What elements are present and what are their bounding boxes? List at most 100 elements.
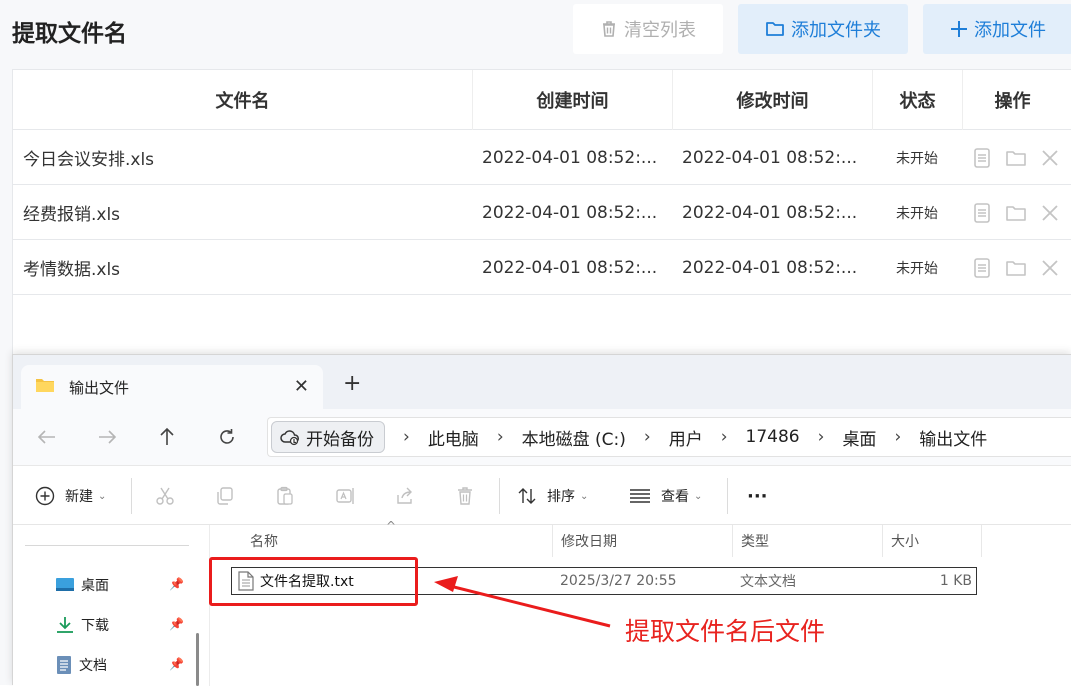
share-icon[interactable] [391, 482, 419, 510]
explorer-tab-bar: 输出文件 ✕ + [13, 355, 1071, 409]
chevron-right-icon: › [403, 427, 410, 447]
back-arrow-icon[interactable] [33, 423, 61, 451]
chevron-right-icon: › [894, 427, 902, 447]
row-created: 2022-04-01 08:52:... [482, 202, 658, 223]
address-bar[interactable]: 开始备份 › 此电脑 › 本地磁盘 (C:) › 用户 › 17486 › 桌面… [267, 417, 1071, 457]
explorer-tab[interactable]: 输出文件 ✕ [21, 365, 323, 409]
rename-icon[interactable] [331, 482, 359, 510]
remove-row-icon[interactable] [1038, 256, 1062, 280]
header-modified: 修改时间 [672, 70, 872, 130]
page-title: 提取文件名 [12, 21, 127, 47]
file-table: 文件名 创建时间 修改时间 状态 操作 今日会议安排.xls 2022-04-0… [12, 69, 1071, 369]
file-size: 1 KB [939, 573, 972, 589]
paste-icon[interactable] [271, 482, 299, 510]
folder-icon [765, 20, 785, 38]
header-created: 创建时间 [472, 70, 672, 130]
up-arrow-icon[interactable] [153, 423, 181, 451]
row-filename: 考情数据.xls [23, 260, 121, 280]
sidebar-item-desktop[interactable]: 桌面 [55, 573, 109, 597]
column-modified[interactable]: 修改日期 [552, 525, 732, 557]
row-filename: 今日会议安排.xls [23, 150, 155, 170]
navigation-pane: 桌面 📌 下载 📌 文档 📌 [13, 525, 209, 686]
start-backup-button[interactable]: 开始备份 [271, 421, 385, 453]
clear-list-button[interactable]: 清空列表 [573, 4, 723, 54]
row-actions [962, 130, 1062, 185]
chevron-down-icon: ⌄ [580, 490, 589, 502]
add-file-button[interactable]: 添加文件 [923, 4, 1071, 54]
row-created: 2022-04-01 08:52:... [482, 257, 658, 278]
sidebar-item-documents[interactable]: 文档 [55, 653, 107, 677]
plus-icon [950, 20, 968, 38]
highlight-box [209, 557, 418, 606]
header-filename: 文件名 [215, 91, 270, 112]
view-label: 查看 [661, 489, 689, 505]
breadcrumb-desktop[interactable]: 桌面 [842, 425, 876, 450]
breadcrumb-user-folder[interactable]: 17486 [746, 427, 800, 447]
cut-icon[interactable] [151, 482, 179, 510]
chevron-right-icon: › [720, 427, 728, 447]
remove-row-icon[interactable] [1038, 146, 1062, 170]
column-size[interactable]: 大小 [882, 525, 982, 557]
open-folder-icon[interactable] [1004, 201, 1028, 225]
add-folder-label: 添加文件夹 [791, 20, 881, 41]
plus-circle-icon [35, 486, 55, 506]
row-actions [962, 185, 1062, 240]
document-icon [55, 655, 73, 675]
download-icon [55, 616, 75, 634]
toolbar-divider [131, 478, 132, 514]
trash-icon [600, 20, 618, 38]
add-folder-button[interactable]: 添加文件夹 [738, 4, 908, 54]
file-type: 文本文档 [740, 574, 796, 590]
remove-row-icon[interactable] [1038, 201, 1062, 225]
pin-icon[interactable]: 📌 [169, 617, 184, 631]
command-bar: 新建 ⌄ 排序 ⌄ 查看 ⌄ ··· [13, 465, 1071, 525]
close-icon[interactable]: ✕ [294, 376, 309, 397]
annotation-label: 提取文件名后文件 [625, 617, 826, 646]
table-row[interactable]: 今日会议安排.xls 2022-04-01 08:52:... 2022-04-… [13, 130, 1071, 185]
row-modified: 2022-04-01 08:52:... [682, 147, 858, 168]
view-file-icon[interactable] [970, 201, 994, 225]
view-file-icon[interactable] [970, 146, 994, 170]
chevron-right-icon: › [817, 427, 825, 447]
chevron-down-icon: ⌄ [98, 490, 107, 502]
new-tab-icon[interactable]: + [343, 371, 361, 396]
header-actions: 操作 [962, 70, 1062, 130]
table-row[interactable]: 考情数据.xls 2022-04-01 08:52:... 2022-04-01… [13, 240, 1071, 295]
pin-icon[interactable]: 📌 [169, 657, 184, 671]
pin-icon[interactable]: 📌 [169, 577, 184, 591]
add-file-label: 添加文件 [974, 20, 1046, 41]
breadcrumb-local-disk[interactable]: 本地磁盘 (C:) [522, 425, 626, 450]
new-button[interactable]: 新建 ⌄ [35, 482, 106, 510]
file-name-extractor-app: 提取文件名 清空列表 添加文件夹 添加文件 文件名 创建时间 修改时间 状态 操… [0, 0, 1071, 686]
copy-icon[interactable] [211, 482, 239, 510]
header-status: 状态 [872, 70, 962, 130]
column-name[interactable]: 名称 [242, 525, 552, 557]
file-explorer-window: 输出文件 ✕ + 开始备份 › 此电脑 › 本地磁盘 (C:) › 用户 › 1… [12, 354, 1071, 686]
view-file-icon[interactable] [970, 256, 994, 280]
row-actions [962, 240, 1062, 295]
view-button[interactable]: 查看 ⌄ [629, 482, 702, 510]
sidebar-item-label: 下载 [81, 618, 109, 634]
refresh-icon[interactable] [213, 423, 241, 451]
more-options-icon[interactable]: ··· [747, 482, 768, 510]
explorer-nav-bar: 开始备份 › 此电脑 › 本地磁盘 (C:) › 用户 › 17486 › 桌面… [13, 409, 1071, 465]
view-lines-icon [629, 488, 651, 504]
table-row[interactable]: 经费报销.xls 2022-04-01 08:52:... 2022-04-01… [13, 185, 1071, 240]
delete-icon[interactable] [451, 482, 479, 510]
open-folder-icon[interactable] [1004, 146, 1028, 170]
breadcrumb-users[interactable]: 用户 [669, 425, 703, 450]
sort-button[interactable]: 排序 ⌄ [517, 482, 588, 510]
row-status: 未开始 [896, 260, 938, 277]
scrollbar[interactable] [196, 633, 199, 686]
sidebar-item-downloads[interactable]: 下载 [55, 613, 109, 637]
annotation-arrow [434, 576, 611, 628]
column-type[interactable]: 类型 [732, 525, 882, 557]
breadcrumb-this-pc[interactable]: 此电脑 [428, 425, 479, 450]
sort-label: 排序 [547, 489, 575, 505]
nav-divider [25, 545, 189, 546]
clear-list-label: 清空列表 [624, 20, 696, 41]
breadcrumb-output-folder[interactable]: 输出文件 [919, 425, 987, 450]
open-folder-icon[interactable] [1004, 256, 1028, 280]
forward-arrow-icon[interactable] [93, 423, 121, 451]
sidebar-item-label: 桌面 [81, 578, 109, 594]
